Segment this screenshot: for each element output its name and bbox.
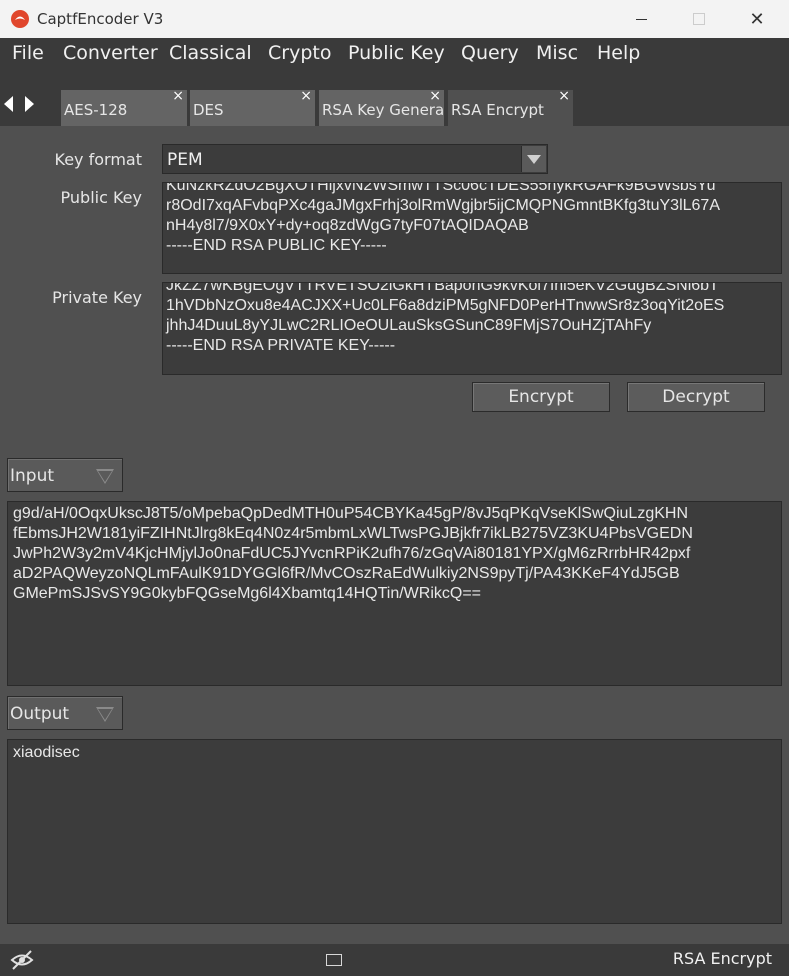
key-format-label: Key format (54, 150, 142, 169)
maximize-button[interactable] (670, 0, 728, 38)
eye-off-icon[interactable] (10, 949, 34, 971)
menu-file[interactable]: File (12, 42, 44, 64)
encrypt-button[interactable]: Encrypt (472, 382, 610, 412)
panel-toggle-icon[interactable] (326, 954, 342, 966)
output-textarea[interactable]: xiaodisec (7, 739, 782, 924)
menu-public-key[interactable]: Public Key (348, 42, 445, 64)
input-textarea[interactable]: g9d/aH/0OqxUkscJ8T5/oMpebaQpDedMTH0uP54C… (7, 501, 782, 686)
tab-scroll-right-icon[interactable] (25, 96, 34, 112)
chevron-down-icon (96, 707, 114, 722)
app-logo-icon (11, 10, 29, 28)
tab-rsa-key-generate[interactable]: RSA Key Generat × (319, 90, 444, 126)
status-bar: RSA Encrypt (0, 944, 789, 976)
tab-close-icon[interactable]: × (429, 90, 441, 104)
tab-label: DES (193, 101, 224, 119)
key-format-value: PEM (167, 150, 203, 170)
menu-query[interactable]: Query (461, 42, 519, 64)
tab-close-icon[interactable]: × (172, 90, 184, 104)
decrypt-button[interactable]: Decrypt (627, 382, 765, 412)
menu-bar: File Converter Classical Crypto Public K… (0, 38, 789, 70)
private-key-text: JkZZ7wKBgEOgVTTRVETSO2lGkHTBapohG9kvKol7… (166, 282, 725, 354)
public-key-textarea[interactable]: KuNzkRZdO2BgXOTHijxvN2WSmwTTSc06cTDES55h… (162, 182, 782, 274)
close-icon: ✕ (749, 8, 765, 30)
tab-close-icon[interactable]: × (300, 90, 312, 104)
minimize-button[interactable] (612, 0, 670, 38)
chevron-down-icon (527, 154, 541, 164)
tab-close-icon[interactable]: × (558, 90, 570, 104)
tab-label: RSA Encrypt (451, 101, 544, 119)
output-mode-value: Output (10, 704, 70, 724)
public-key-text: KuNzkRZdO2BgXOTHijxvN2WSmwTTSc06cTDES55h… (166, 182, 720, 254)
public-key-label: Public Key (60, 188, 142, 207)
menu-crypto[interactable]: Crypto (268, 42, 331, 64)
output-mode-select[interactable]: Output (7, 696, 123, 730)
minimize-icon (635, 18, 647, 20)
tab-des[interactable]: DES × (190, 90, 315, 126)
tab-bar: AES-128 × DES × RSA Key Generat × RSA En… (0, 70, 789, 126)
key-format-select[interactable]: PEM (162, 144, 548, 174)
title-bar: CaptfEncoder V3 ✕ (0, 0, 789, 38)
tab-rsa-encrypt[interactable]: RSA Encrypt × (448, 90, 573, 126)
input-mode-value: Input (10, 466, 55, 486)
menu-help[interactable]: Help (597, 42, 640, 64)
private-key-label: Private Key (52, 288, 142, 307)
window-title: CaptfEncoder V3 (37, 10, 164, 28)
input-mode-select[interactable]: Input (7, 458, 123, 492)
close-window-button[interactable]: ✕ (728, 0, 786, 38)
private-key-textarea[interactable]: JkZZ7wKBgEOgVTTRVETSO2lGkHTBapohG9kvKol7… (162, 282, 782, 375)
menu-converter[interactable]: Converter (63, 42, 158, 64)
status-text: RSA Encrypt (672, 949, 772, 968)
maximize-icon (693, 13, 705, 25)
tab-scroll-left-icon[interactable] (4, 96, 13, 112)
menu-classical[interactable]: Classical (169, 42, 252, 64)
chevron-down-icon (96, 469, 114, 484)
dropdown-button[interactable] (521, 146, 546, 172)
tab-label: RSA Key Generat (322, 101, 444, 119)
tab-aes-128[interactable]: AES-128 × (61, 90, 187, 126)
tab-label: AES-128 (64, 101, 128, 119)
input-text: g9d/aH/0OqxUkscJ8T5/oMpebaQpDedMTH0uP54C… (13, 505, 693, 602)
output-text: xiaodisec (13, 744, 80, 761)
menu-misc[interactable]: Misc (536, 42, 578, 64)
